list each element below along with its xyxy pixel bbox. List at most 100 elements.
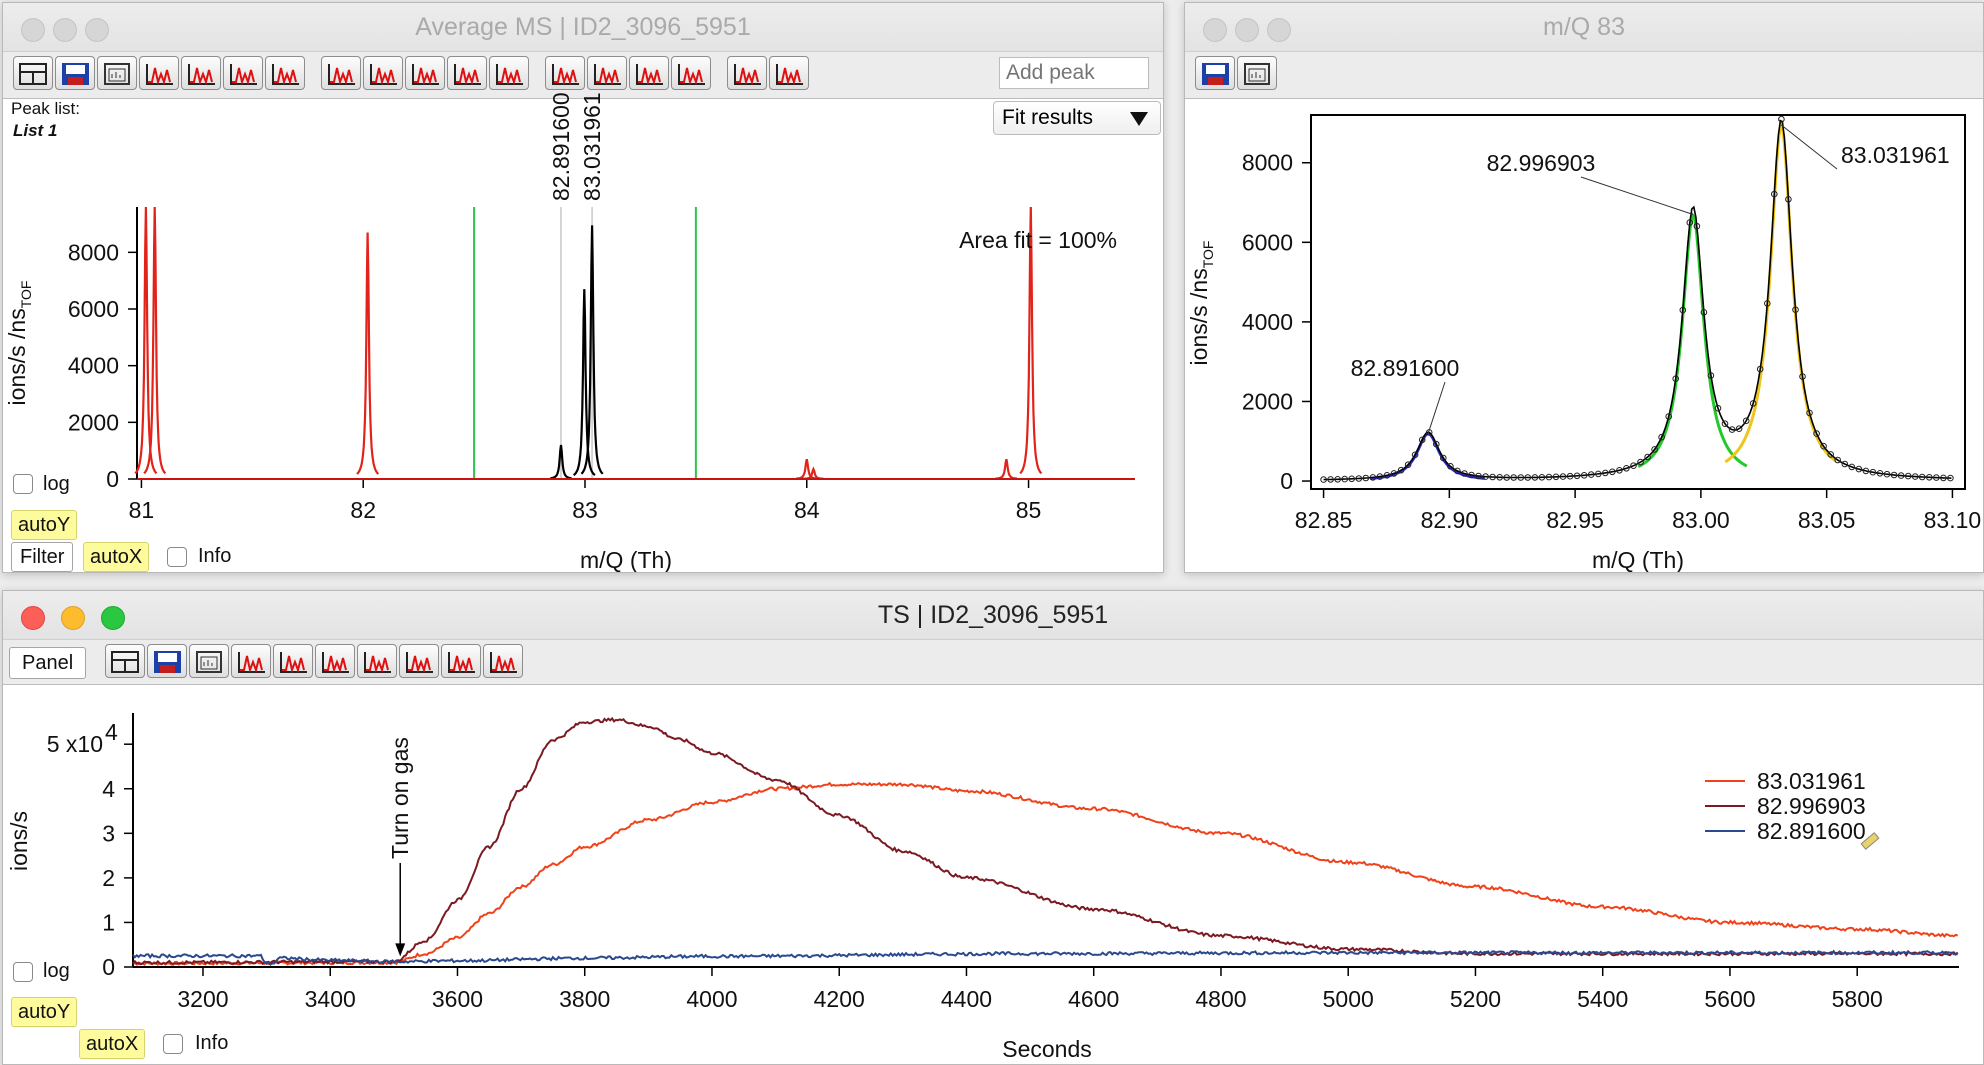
text-axis-button[interactable]	[357, 644, 397, 678]
ts-x-tick-label: 4800	[1195, 986, 1246, 1012]
mq-x-tick-label: 82.95	[1546, 507, 1604, 533]
resolution-button[interactable]	[405, 56, 445, 90]
baseline-icon	[552, 64, 579, 86]
avg-y-tick-label: 2000	[68, 409, 119, 435]
ts-x-tick-label: 4400	[941, 986, 992, 1012]
data-point	[1397, 466, 1405, 474]
data-point	[1334, 476, 1341, 483]
delete-peak-icon	[678, 64, 705, 86]
pencil-icon[interactable]	[1860, 832, 1880, 850]
mq-y-tick-label: 2000	[1242, 388, 1293, 414]
titlebar[interactable]: TS | ID2_3096_5951	[3, 591, 1983, 640]
mass-calibration-icon	[328, 64, 355, 86]
data-point	[1883, 470, 1891, 478]
data-point	[1510, 474, 1518, 481]
mass-scale-icon	[322, 652, 349, 674]
text-axis-button[interactable]	[265, 56, 305, 90]
peak-label: 83.031961	[1841, 142, 1950, 168]
peak-list-name[interactable]: List 1	[13, 121, 57, 141]
add-peak-input[interactable]	[999, 57, 1149, 89]
data-point	[1439, 454, 1447, 462]
settings-button[interactable]	[629, 56, 669, 90]
data-point	[1841, 460, 1849, 468]
mq-y-tick-label: 6000	[1242, 229, 1293, 255]
graph-window-button[interactable]	[189, 644, 229, 678]
peak-shape-button[interactable]	[399, 644, 439, 678]
ts-y-tick-label: 5 x10	[47, 731, 103, 757]
fit-results-dropdown[interactable]: Fit results	[993, 101, 1161, 135]
toolbar: Panel	[3, 640, 1983, 685]
ts-x-tick-label: 4000	[686, 986, 737, 1012]
x-axis-label: m/Q (Th)	[1592, 547, 1684, 572]
data-point	[1503, 474, 1511, 481]
mass-scale-button[interactable]	[315, 644, 355, 678]
peak-shape-button[interactable]	[363, 56, 403, 90]
window-title: TS | ID2_3096_5951	[877, 601, 1109, 629]
save-button[interactable]	[55, 56, 95, 90]
data-point	[1369, 474, 1377, 481]
data-point	[1418, 436, 1426, 444]
ts-button[interactable]	[769, 56, 809, 90]
autox-button[interactable]: autoX	[79, 1029, 146, 1059]
autox-button[interactable]: autoX	[83, 542, 150, 572]
plot-area	[1310, 114, 1966, 490]
mass-calibration-button[interactable]	[321, 56, 361, 90]
layout-icon	[19, 63, 47, 85]
filter-button[interactable]: Filter	[11, 542, 74, 572]
refresh-button[interactable]	[587, 56, 627, 90]
add-peak-icon	[280, 652, 307, 674]
titlebar[interactable]: m/Q 83	[1185, 3, 1983, 52]
toolbar	[1185, 52, 1983, 99]
peak-fit-button[interactable]	[139, 56, 179, 90]
data-point	[1911, 473, 1919, 480]
log-label: log	[43, 960, 70, 982]
layout-button[interactable]	[13, 56, 53, 90]
baseline-button[interactable]	[545, 56, 585, 90]
data-point	[1559, 473, 1567, 480]
window-title: Average MS | ID2_3096_5951	[415, 13, 751, 41]
autoy-button[interactable]: autoY	[11, 510, 78, 540]
isotope-button[interactable]	[447, 56, 487, 90]
add-peak-button[interactable]	[273, 644, 313, 678]
peak-list-button[interactable]	[489, 56, 529, 90]
graph-window-button[interactable]	[1237, 56, 1277, 90]
data-point	[1785, 196, 1792, 203]
mass-scale-button[interactable]	[223, 56, 263, 90]
save-button[interactable]	[147, 644, 187, 678]
peak-fit-button[interactable]	[231, 644, 271, 678]
delete-peak-button[interactable]	[671, 56, 711, 90]
add-peak-icon	[188, 64, 215, 86]
data-point	[1644, 453, 1651, 461]
panel-button[interactable]: Panel	[9, 647, 87, 679]
info-checkbox[interactable]	[163, 1034, 183, 1054]
data-point	[1404, 461, 1412, 469]
isotope-icon	[454, 64, 481, 86]
spectrum-peak	[995, 458, 1018, 480]
peak-list-icon	[490, 652, 517, 674]
avg-x-tick-label: 81	[129, 497, 155, 523]
titlebar[interactable]: Average MS | ID2_3096_5951	[3, 3, 1163, 52]
spectrum-peak	[580, 225, 604, 475]
info-checkbox[interactable]	[167, 547, 187, 567]
peak-list-button[interactable]	[483, 644, 523, 678]
resolution-button[interactable]	[441, 644, 481, 678]
peak-fit-icon	[238, 652, 265, 674]
md-plot-button[interactable]	[727, 56, 767, 90]
data-point	[1735, 425, 1743, 433]
data-point	[1595, 470, 1602, 478]
log-checkbox[interactable]	[13, 474, 33, 494]
graph-window-icon	[196, 651, 222, 673]
ts-y-tick-label: 1	[102, 909, 115, 935]
peak-list-icon	[496, 64, 523, 86]
save-icon	[62, 63, 89, 85]
ts-x-tick-label: 3200	[177, 986, 228, 1012]
add-peak-button[interactable]	[181, 56, 221, 90]
log-checkbox[interactable]	[13, 962, 33, 982]
peak-list-label: Peak list:	[11, 99, 80, 118]
layout-button[interactable]	[105, 644, 145, 678]
data-point	[1876, 470, 1884, 477]
autoy-button[interactable]: autoY	[11, 997, 78, 1027]
graph-window-button[interactable]	[97, 56, 137, 90]
data-point	[1926, 474, 1933, 481]
save-button[interactable]	[1195, 56, 1235, 90]
